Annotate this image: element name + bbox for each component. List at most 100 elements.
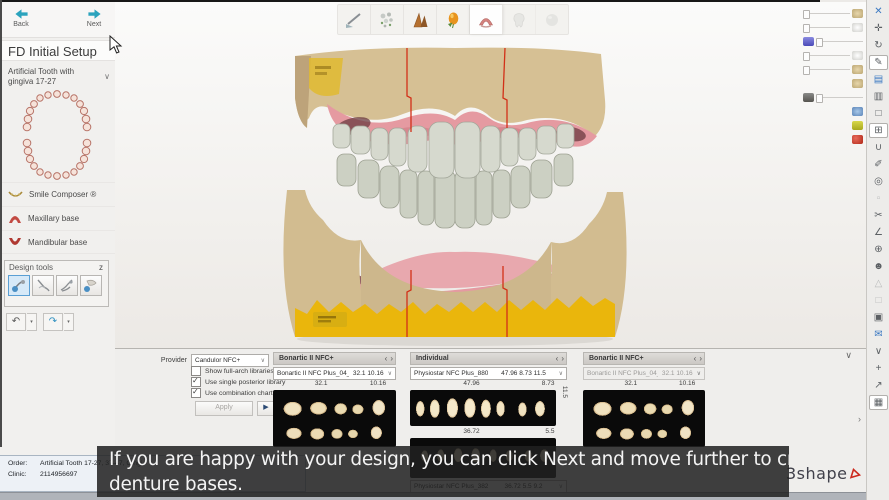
design-tool-pliers-button[interactable] [56, 275, 78, 296]
waxrim-layer-toggle[interactable] [803, 118, 863, 132]
redo-dropdown[interactable]: ▾ [64, 313, 74, 331]
chat-button[interactable]: ✉ [869, 327, 888, 342]
prev-library-button[interactable]: ‹ [556, 353, 559, 364]
sidebar-item-maxillary-base[interactable]: Maxillary base [0, 206, 115, 230]
trim-button[interactable]: ✂ [869, 208, 888, 223]
undo-button[interactable]: ↶ [6, 313, 26, 331]
fit-view-button[interactable]: ✛ [869, 21, 888, 36]
design-tools-shortcut: z [99, 263, 103, 272]
antagonist-scan-slider[interactable] [803, 34, 863, 48]
undo-dropdown[interactable]: ▾ [27, 313, 37, 331]
tooth-step-button[interactable] [503, 5, 536, 34]
crosshair-button[interactable]: + [869, 361, 888, 376]
checkbox-box[interactable] [191, 388, 201, 398]
checkbox-box[interactable] [191, 377, 201, 387]
new-document-button[interactable]: □ [869, 106, 888, 121]
snapshot-icon: ▦ [874, 398, 883, 408]
next-library-button[interactable]: › [561, 353, 564, 364]
copy-view-button[interactable]: ▥ [869, 89, 888, 104]
dental-cad-app: { "nav": {"back": "Back", "next": "Next"… [0, 0, 889, 500]
prev-library-button[interactable]: ‹ [694, 353, 697, 364]
tool-scan-button[interactable] [338, 5, 371, 34]
tooth-library-image[interactable] [273, 390, 396, 447]
sidebar-item-mandibular-base[interactable]: Mandibular base [0, 230, 115, 254]
ruler-button[interactable]: ∠ [869, 225, 888, 240]
library-panel-header[interactable]: Individual ‹ › [410, 352, 567, 365]
rotate-view-button[interactable]: ↻ [869, 38, 888, 53]
lower-denture-slider[interactable] [803, 62, 863, 76]
frame-button[interactable]: □ [869, 293, 888, 308]
preparation-scan-slider[interactable] [803, 90, 863, 104]
camera-button[interactable]: ▣ [869, 310, 888, 325]
slider-track[interactable] [816, 97, 863, 98]
denture-arch-button[interactable] [470, 5, 503, 34]
collapse-tools-button[interactable]: ∨ [869, 344, 888, 359]
design-tool-wax-button[interactable] [80, 275, 102, 296]
upper-teeth-slider[interactable] [803, 20, 863, 34]
next-button[interactable]: Next [77, 6, 111, 34]
finalize-step-button[interactable] [536, 5, 568, 34]
copy-icon: ▥ [874, 92, 883, 102]
occlusal-arch-diagram[interactable] [17, 90, 97, 180]
align-button[interactable]: △ [869, 276, 888, 291]
close-button[interactable]: ✕ [869, 4, 888, 19]
collapse-library-button[interactable]: ∨ [845, 350, 852, 361]
profile-button[interactable]: ☻ [869, 259, 888, 274]
patient-layer-toggle[interactable] [803, 104, 863, 118]
slider-knob[interactable] [803, 24, 810, 33]
prev-library-button[interactable]: ‹ [385, 353, 388, 364]
marker-layer-toggle[interactable] [803, 132, 863, 146]
slider-knob[interactable] [803, 10, 810, 19]
redo-button[interactable]: ↷ [43, 313, 63, 331]
upper-denture-slider[interactable] [803, 6, 863, 20]
expand-panel-button[interactable]: › [858, 414, 861, 424]
denture-model-3d[interactable] [255, 40, 655, 348]
inspect-button[interactable]: ◎ [869, 174, 888, 189]
apply-button[interactable]: Apply [195, 401, 253, 416]
spare-tool-button[interactable]: ▫ [869, 191, 888, 206]
slider-track[interactable] [803, 55, 850, 56]
denture-layer-toggle[interactable] [803, 76, 863, 90]
globe-button[interactable]: ⊕ [869, 242, 888, 257]
checkbox-combination-chart[interactable]: Use combination chart [191, 388, 273, 398]
design-tool-rotate-button[interactable] [32, 275, 54, 296]
library-select[interactable]: Bonartic II NFC Plus_04_Medium 32.1 10.1… [273, 367, 396, 380]
gingiva-design-button[interactable] [437, 5, 470, 34]
slider-track[interactable] [803, 69, 850, 70]
library-select[interactable]: Bonartic II NFC Plus_04_Medium 32.1 10.1… [583, 367, 705, 380]
back-button[interactable]: Back [4, 6, 38, 34]
logo-text: 3shape [786, 464, 847, 483]
tooth-library-image[interactable] [410, 390, 556, 426]
viewport-3d[interactable] [115, 2, 866, 348]
add-view-button[interactable]: ⊞ [869, 123, 888, 138]
next-library-button[interactable]: › [390, 353, 393, 364]
design-tool-move-button[interactable] [8, 275, 30, 296]
slider-knob[interactable] [803, 52, 810, 61]
slider-knob[interactable] [816, 94, 823, 103]
checkbox-single-posterior[interactable]: Use single posterior library [191, 377, 285, 387]
slider-track[interactable] [803, 27, 850, 28]
slider-track[interactable] [816, 41, 863, 42]
library-panel-header[interactable]: Bonartic II NFC+ ‹ › [273, 352, 396, 365]
tooth-arrangement-button[interactable] [371, 5, 404, 34]
slider-track[interactable] [803, 13, 850, 14]
sidebar-item-smile-composer[interactable]: Smile Composer ® [0, 182, 115, 206]
pan-button[interactable]: ↗ [869, 378, 888, 393]
checkbox-box[interactable] [191, 366, 201, 376]
paint-button[interactable]: ∪ [869, 140, 888, 155]
measure-button[interactable]: ✎ [869, 55, 888, 70]
posterior-setup-button[interactable] [404, 5, 437, 34]
chevron-down-icon: ∨ [261, 357, 265, 364]
next-arrow-icon [87, 8, 102, 20]
slider-knob[interactable] [803, 66, 810, 75]
snapshot-button[interactable]: ▦ [869, 395, 888, 410]
workflow-step-selector[interactable]: Artificial Tooth with gingiva 17-27 ∨ [0, 64, 115, 90]
tooth-library-image[interactable] [583, 390, 705, 447]
next-library-button[interactable]: › [699, 353, 702, 364]
lower-teeth-slider[interactable] [803, 48, 863, 62]
clipboard-button[interactable]: ▤ [869, 72, 888, 87]
library-select[interactable]: Physiostar NFC Plus_880 47.96 8.73 11.5 … [410, 367, 567, 380]
sculpt-button[interactable]: ✐ [869, 157, 888, 172]
slider-knob[interactable] [816, 38, 823, 47]
library-panel-header[interactable]: Bonartic II NFC+ ‹ › [583, 352, 705, 365]
